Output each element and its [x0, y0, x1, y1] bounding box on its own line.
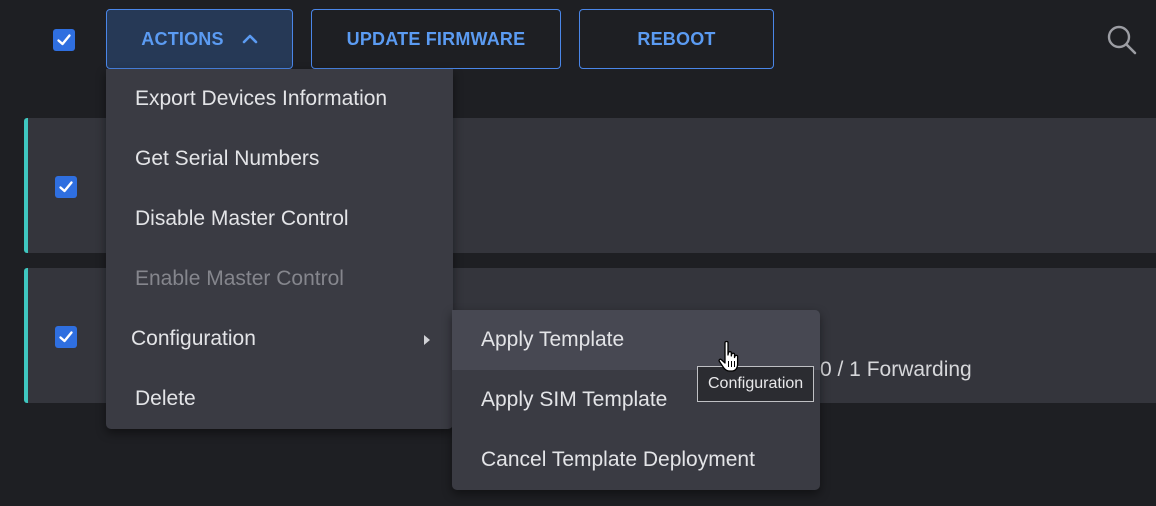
submenu-item-label: Cancel Template Deployment [481, 448, 755, 471]
device-row-checkbox[interactable] [55, 176, 77, 198]
submenu-item-label: Apply Template [481, 328, 625, 351]
actions-button-label: ACTIONS [141, 28, 224, 49]
device-list-page: ACTIONS UPDATE FIRMWARE REBOOT 0 / 1 For… [0, 0, 1156, 506]
chevron-right-icon [424, 335, 430, 345]
checkmark-icon [59, 181, 73, 193]
update-firmware-button[interactable]: UPDATE FIRMWARE [311, 9, 561, 69]
search-icon[interactable] [1106, 24, 1138, 56]
reboot-label: REBOOT [637, 28, 716, 49]
reboot-button[interactable]: REBOOT [579, 9, 774, 69]
menu-item-configuration[interactable]: Configuration [106, 309, 453, 369]
submenu-item-apply-template[interactable]: Apply Template [452, 310, 820, 370]
submenu-item-cancel-template-deployment[interactable]: Cancel Template Deployment [452, 430, 820, 490]
menu-item-label: Get Serial Numbers [135, 147, 320, 170]
tooltip: Configuration [697, 366, 815, 402]
menu-item-export-devices-information[interactable]: Export Devices Information [106, 69, 453, 129]
select-all-checkbox[interactable] [53, 29, 75, 51]
menu-item-label: Configuration [131, 327, 256, 350]
device-row-checkbox[interactable] [55, 326, 77, 348]
menu-item-label: Delete [135, 387, 196, 410]
menu-item-delete[interactable]: Delete [106, 369, 453, 429]
menu-item-label: Enable Master Control [135, 267, 344, 290]
checkmark-icon [57, 34, 71, 46]
device-forwarding-status: 0 / 1 Forwarding [820, 358, 972, 381]
checkmark-icon [59, 331, 73, 343]
menu-item-label: Disable Master Control [135, 207, 349, 230]
chevron-up-icon [242, 34, 258, 44]
actions-menu: Export Devices Information Get Serial Nu… [106, 69, 453, 429]
update-firmware-label: UPDATE FIRMWARE [346, 28, 526, 49]
submenu-item-label: Apply SIM Template [481, 388, 668, 411]
menu-item-get-serial-numbers[interactable]: Get Serial Numbers [106, 129, 453, 189]
actions-button[interactable]: ACTIONS [106, 9, 293, 69]
tooltip-text: Configuration [708, 375, 804, 392]
menu-item-disable-master-control[interactable]: Disable Master Control [106, 189, 453, 249]
hand-pointer-icon [718, 340, 739, 372]
menu-item-enable-master-control: Enable Master Control [106, 249, 453, 309]
menu-item-label: Export Devices Information [135, 87, 388, 110]
